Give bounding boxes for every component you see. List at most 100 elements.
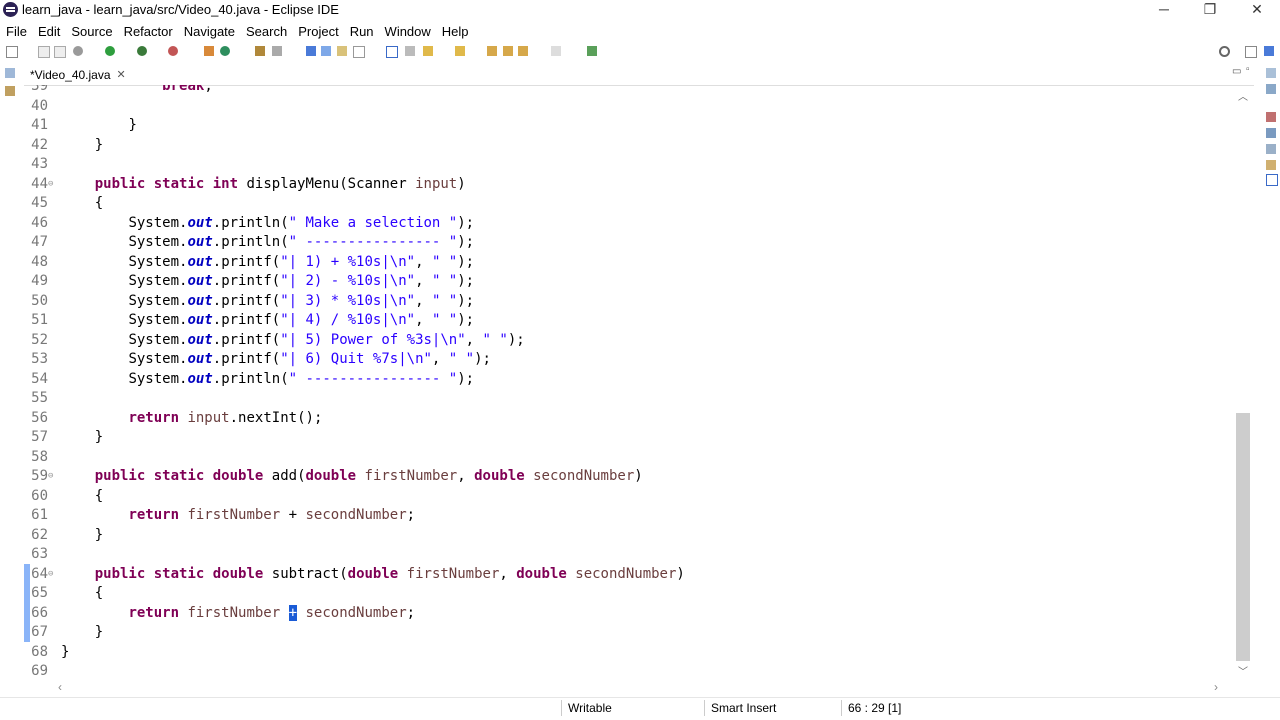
search-tool-icon[interactable] [272,46,282,56]
code-line[interactable]: 65 { [24,584,1224,604]
code-line[interactable]: 63 [24,545,1224,565]
package-explorer-icon[interactable] [5,86,15,96]
menu-help[interactable]: Help [437,24,474,39]
back-icon[interactable] [503,46,513,56]
toggle-view-icon[interactable] [386,46,398,58]
previous-annotation-icon[interactable] [455,46,465,56]
scroll-right-icon[interactable]: › [1214,680,1218,694]
show-whitespace-icon[interactable] [369,46,379,56]
code-line[interactable]: 67 } [24,623,1224,643]
code-line[interactable]: 46 System.out.println(" Make a selection… [24,214,1224,234]
declaration-view-icon[interactable] [1266,144,1276,154]
code-line[interactable]: 44 ⊖ public static int displayMenu(Scanne… [24,175,1224,195]
menu-search[interactable]: Search [241,24,292,39]
next-annotation-icon[interactable] [423,46,433,56]
code-line[interactable]: 50 System.out.printf("| 3) * %10s|\n", "… [24,292,1224,312]
scroll-left-icon[interactable]: ‹ [58,680,62,694]
code-line[interactable]: 60 { [24,487,1224,507]
menu-navigate[interactable]: Navigate [179,24,240,39]
code-line[interactable]: 58 [24,448,1224,468]
run-icon[interactable] [105,46,115,56]
menu-refactor[interactable]: Refactor [119,24,178,39]
code-line[interactable]: 69 [24,662,1224,681]
save-all-icon[interactable] [54,46,66,58]
code-line[interactable]: 52 System.out.printf("| 5) Power of %3s|… [24,331,1224,351]
code-line[interactable]: 57 } [24,428,1224,448]
punctuation: ) [457,175,466,192]
debug-icon[interactable] [73,46,83,56]
code-line[interactable]: 49 System.out.printf("| 2) - %10s|\n", "… [24,272,1224,292]
back-history-icon[interactable] [518,46,528,56]
close-tab-icon[interactable]: ✕ [117,68,126,81]
code-line[interactable]: 53 System.out.printf("| 6) Quit %7s|\n",… [24,350,1224,370]
code-line[interactable]: 41 } [24,116,1224,136]
code-line[interactable]: 59 ⊖ public static double add(double firs… [24,467,1224,487]
menu-source[interactable]: Source [66,24,117,39]
scroll-up-icon[interactable]: ︿ [1238,88,1248,103]
maximize-editor-icon[interactable]: ▫ [1246,64,1250,75]
scroll-down-icon[interactable]: ﹀ [1238,663,1248,678]
external-tools-icon[interactable] [168,46,178,56]
fold-toggle-icon[interactable]: ⊖ [48,175,53,195]
horizontal-scrollbar[interactable]: ‹ › [50,680,1230,695]
outline-view-icon[interactable] [1266,68,1276,78]
word-wrap-icon[interactable] [353,46,365,58]
code-line[interactable]: 66 return firstNumber + secondNumber; [24,604,1224,624]
coverage-icon[interactable] [137,46,147,56]
new-file-icon[interactable] [6,46,18,58]
task-list-icon[interactable] [1266,84,1276,94]
mark-occurrences-icon[interactable] [321,46,331,56]
code-line[interactable]: 45 { [24,194,1224,214]
menu-bar: File Edit Source Refactor Navigate Searc… [0,21,1280,42]
new-package-icon[interactable] [220,46,230,56]
menu-file[interactable]: File [1,24,32,39]
close-window-button[interactable]: ✕ [1234,0,1280,21]
code-line[interactable]: 48 System.out.printf("| 1) + %10s|\n", "… [24,253,1224,273]
code-line[interactable]: 62 } [24,526,1224,546]
code-editor[interactable]: 39 break; 40 41 } 42 } 43 44 ⊖ public static i… [24,85,1254,681]
code-line[interactable]: 56 return input.nextInt(); [24,409,1224,429]
restore-view-icon[interactable] [5,68,15,78]
menu-project[interactable]: Project [293,24,343,39]
minimize-editor-icon[interactable]: ▭ [1232,66,1241,77]
code-line[interactable]: 61 return firstNumber + secondNumber; [24,506,1224,526]
save-icon[interactable] [38,46,50,58]
last-edit-location-icon[interactable] [487,46,497,56]
open-type-icon[interactable] [255,46,265,56]
menu-edit[interactable]: Edit [33,24,65,39]
code-line[interactable]: 51 System.out.printf("| 4) / %10s|\n", "… [24,311,1224,331]
new-java-project-icon[interactable] [204,46,214,56]
code-line[interactable]: 40 [24,97,1224,117]
problems-view-icon[interactable] [1266,112,1276,122]
punctuation: ; [465,253,475,270]
code-line[interactable]: 39 break; [24,85,1224,97]
console-view-icon[interactable] [1266,160,1276,170]
tab-video-40-java[interactable]: *Video_40.java ✕ [24,64,132,85]
minimize-button[interactable]: ─ [1141,0,1187,21]
code-line[interactable]: 43 [24,155,1224,175]
code-line[interactable]: 64 ⊖ public static double subtract(double… [24,565,1224,585]
restore-button[interactable]: ❐ [1187,0,1233,21]
fold-toggle-icon[interactable]: ⊖ [48,467,53,487]
open-perspective-icon[interactable] [1245,46,1257,58]
menu-window[interactable]: Window [380,24,436,39]
block-selection-icon[interactable] [337,46,347,56]
menu-run[interactable]: Run [345,24,379,39]
fold-toggle-icon[interactable]: ⊖ [48,565,53,585]
java-perspective-icon[interactable] [1264,46,1274,56]
progress-view-icon[interactable] [1266,174,1278,186]
search-icon[interactable] [1219,46,1230,57]
vertical-scrollbar[interactable]: ︿ ﹀ [1236,85,1254,681]
toggle-breadcrumb-icon[interactable] [306,46,316,56]
pin-editor-icon[interactable] [587,46,597,56]
code-line[interactable]: 68} [24,643,1224,663]
code-line[interactable]: 55 [24,389,1224,409]
javadoc-view-icon[interactable] [1266,128,1276,138]
forward-icon[interactable] [551,46,561,56]
skip-breakpoints-icon[interactable] [405,46,415,56]
code-line[interactable]: 54 System.out.println(" ----------------… [24,370,1224,390]
code-line[interactable]: 47 System.out.println(" ----------------… [24,233,1224,253]
vertical-scroll-thumb[interactable] [1236,413,1250,661]
code-line[interactable]: 42 } [24,136,1224,156]
